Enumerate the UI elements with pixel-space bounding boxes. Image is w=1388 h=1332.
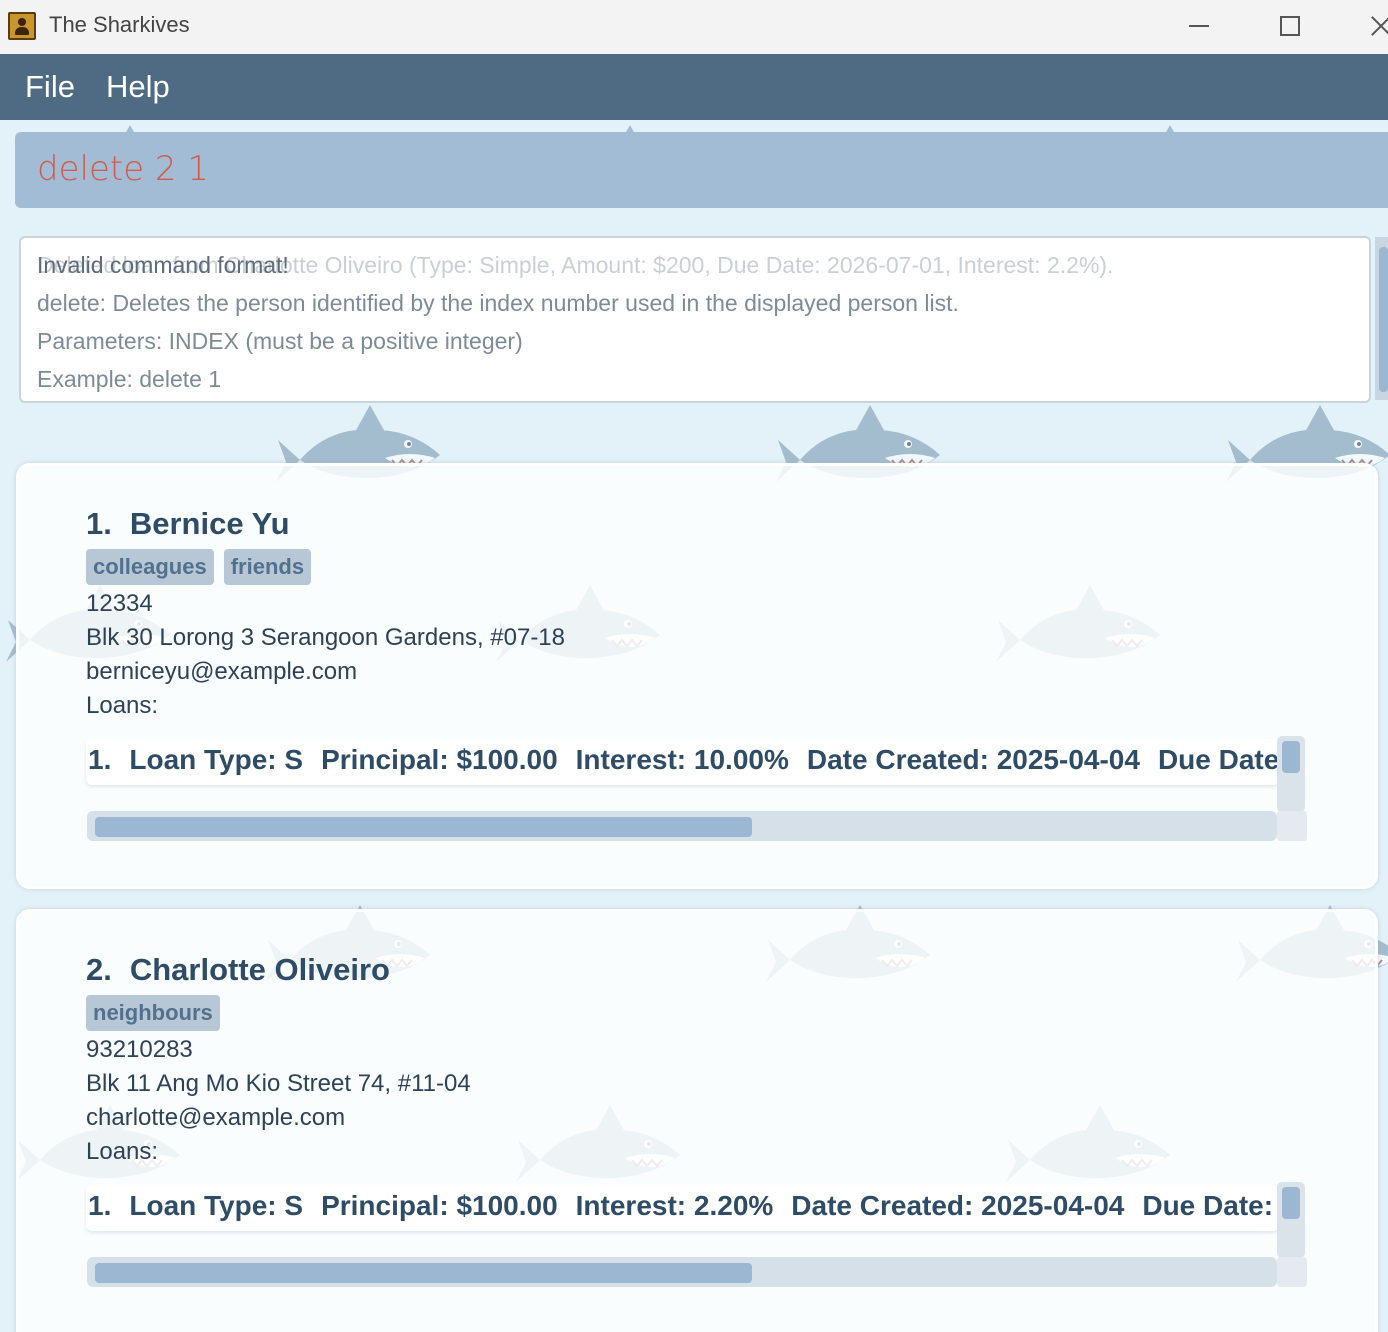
result-display[interactable]: Deleted loan from Charlotte Oliveiro (Ty… [19,236,1371,403]
loan-vertical-scrollbar-thumb[interactable] [1282,741,1300,773]
person-address: Blk 30 Lorong 3 Serangoon Gardens, #07-1… [86,624,566,651]
app-contact-icon [8,12,36,40]
maximize-icon[interactable] [1260,6,1320,46]
loan-due-date: Due Date: [1157,744,1279,775]
loan-date-created: Date Created: 2025-04-04 [806,744,1140,775]
command-input[interactable]: delete 2 1 [37,149,209,189]
person-card[interactable]: 1. Bernice Yu colleagues friends 12334 Blk… [16,463,1378,889]
person-name: Charlotte Oliveiro [129,952,390,987]
loan-entry: 1. Loan Type: S Principal: $100.00 Interest… [88,744,1279,776]
loan-due-date: Due Date: [1142,1190,1274,1221]
person-name-row: 2. Charlotte Oliveiro [86,952,390,988]
loan-list[interactable]: 1. Loan Type: S Principal: $100.00 Interest… [86,739,1279,785]
loan-horizontal-scrollbar-thumb[interactable] [95,817,752,837]
tag: colleagues [86,549,214,585]
loan-principal: Principal: $100.00 [321,744,558,775]
result-scrollbar-thumb[interactable] [1379,247,1388,392]
person-index: 2. [86,952,112,987]
loan-horizontal-scrollbar[interactable] [87,811,1277,841]
result-line: Invalid command format! [37,252,289,278]
tag-list: neighbours [86,995,230,1033]
menu-bar: File Help [0,54,1388,120]
scrollbar-corner [1277,811,1307,841]
person-email: berniceyu@example.com [86,658,358,685]
result-line: Parameters: INDEX (must be a positive in… [37,328,523,354]
main-content: delete 2 1 Deleted loan from Charlotte O… [0,120,1388,1332]
loan-horizontal-scrollbar-thumb[interactable] [95,1263,752,1283]
person-name: Bernice Yu [129,506,290,541]
loans-label: Loans: [86,1138,159,1165]
loan-vertical-scrollbar-thumb[interactable] [1282,1187,1300,1219]
loan-entry: 1. Loan Type: S Principal: $100.00 Interest… [88,1190,1279,1222]
person-index: 1. [86,506,112,541]
loan-interest: Interest: 10.00% [575,744,789,775]
loan-type: Loan Type: S [129,744,304,775]
menu-help[interactable]: Help [106,69,170,105]
person-email: charlotte@example.com [86,1104,346,1131]
person-card[interactable]: 2. Charlotte Oliveiro neighbours 93210283… [16,909,1378,1332]
loan-index: 1. [88,744,112,775]
command-box[interactable]: delete 2 1 [15,132,1388,208]
scrollbar-corner [1277,1257,1307,1287]
loan-principal: Principal: $100.00 [321,1190,558,1221]
person-address: Blk 11 Ang Mo Kio Street 74, #11-04 [86,1070,471,1097]
title-bar: The Sharkives [0,0,1388,54]
tag: neighbours [86,995,220,1031]
result-line: Example: delete 1 [37,366,222,392]
loan-list[interactable]: 1. Loan Type: S Principal: $100.00 Interest… [86,1185,1279,1231]
person-phone: 93210283 [86,1036,193,1063]
loan-horizontal-scrollbar[interactable] [87,1257,1277,1287]
person-phone: 12334 [86,590,153,617]
tag-list: colleagues friends [86,549,321,587]
loans-label: Loans: [86,692,159,719]
menu-file[interactable]: File [25,69,75,105]
loan-interest: Interest: 2.20% [575,1190,774,1221]
window-title: The Sharkives [49,12,190,37]
loan-date-created: Date Created: 2025-04-04 [791,1190,1125,1221]
loan-type: Loan Type: S [129,1190,304,1221]
person-name-row: 1. Bernice Yu [86,506,290,542]
tag: friends [223,549,312,585]
loan-index: 1. [88,1190,112,1221]
minimize-icon[interactable] [1170,6,1230,46]
result-line: delete: Deletes the person identified by… [37,290,959,316]
close-icon[interactable] [1350,6,1388,46]
